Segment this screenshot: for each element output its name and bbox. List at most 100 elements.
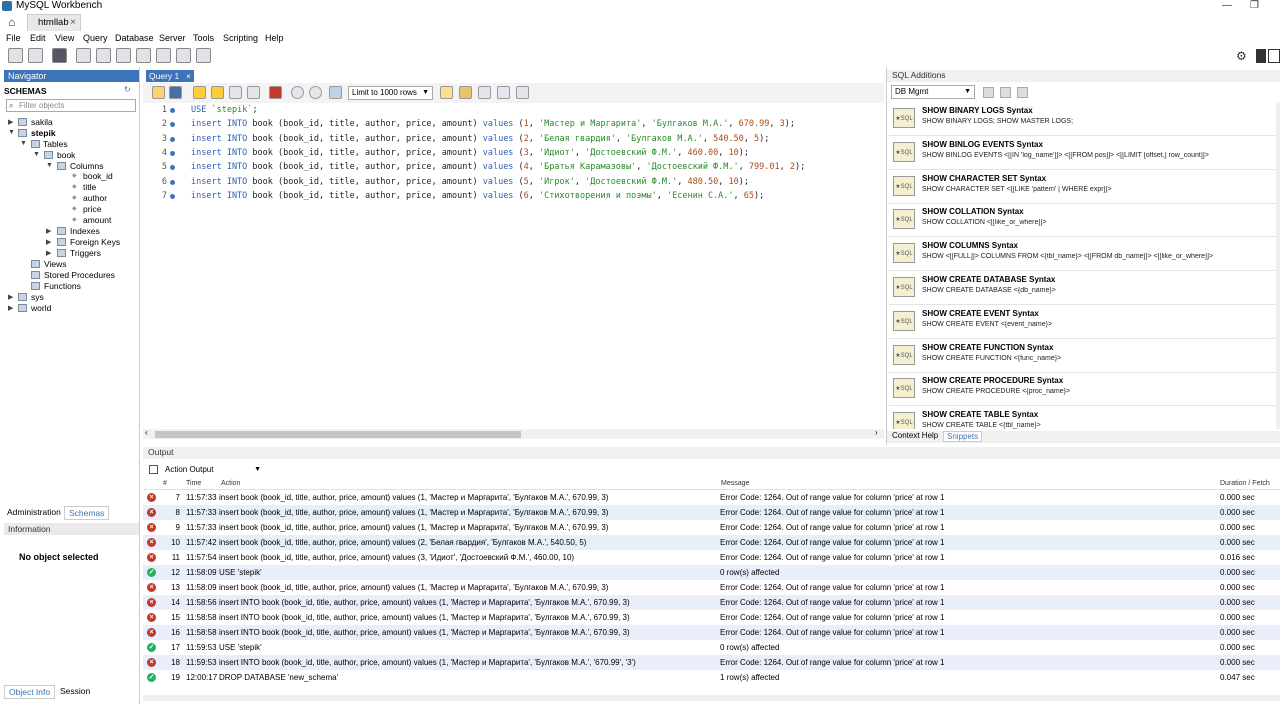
output-row[interactable]: × 7 11:57:33 insert book (book_id, title, a… (143, 490, 1280, 505)
add-snippet-icon[interactable] (440, 86, 453, 99)
execute-icon[interactable] (193, 86, 206, 99)
output-row[interactable]: × 16 11:58:58 insert INTO book (book_id, ti… (143, 625, 1280, 640)
tree-column[interactable]: book_id (83, 171, 113, 181)
tab-administration[interactable]: Administration (4, 506, 64, 518)
tab-context-help[interactable]: Context Help (892, 431, 938, 440)
tree-indexes[interactable]: Indexes (70, 226, 100, 236)
schema-sakila[interactable]: sakila (31, 117, 53, 127)
menu-server[interactable]: Server (159, 32, 186, 44)
refresh-schemas-icon[interactable]: ↻ (124, 85, 131, 94)
collapse-columns-icon[interactable]: ▼ (46, 162, 53, 169)
create-schema-icon[interactable] (76, 48, 91, 63)
create-function-icon[interactable] (156, 48, 171, 63)
replace-snippet-icon[interactable] (1000, 87, 1011, 98)
explain-icon[interactable] (229, 86, 242, 99)
invisible-chars-icon[interactable] (497, 86, 510, 99)
collapse-stepik-icon[interactable]: ▼ (8, 129, 15, 136)
output-row[interactable]: ✓ 12 11:58:09 USE 'stepik' 0 row(s) affected… (143, 565, 1280, 580)
scrollbar-thumb[interactable] (155, 431, 521, 438)
settings-gear-icon[interactable]: ⚙ (1236, 49, 1247, 63)
toggle-sidebar-icon[interactable] (1256, 49, 1266, 63)
beautify-icon[interactable] (459, 86, 472, 99)
tab-schemas[interactable]: Schemas (64, 506, 110, 520)
output-row[interactable]: × 11 11:57:54 insert book (book_id, title, … (143, 550, 1280, 565)
new-sql-tab-icon[interactable] (8, 48, 23, 63)
create-procedure-icon[interactable] (136, 48, 151, 63)
snippet-item[interactable]: ★SQL SHOW CHARACTER SET Syntax SHOW CHARAC… (889, 170, 1280, 204)
restore-icon[interactable]: ❐ (1250, 0, 1259, 11)
editor-horizontal-scrollbar[interactable]: ‹ › (143, 428, 884, 439)
schema-sys[interactable]: sys (31, 292, 44, 302)
tab-session[interactable]: Session (57, 685, 93, 697)
menu-help[interactable]: Help (265, 32, 284, 44)
tree-functions[interactable]: Functions (44, 281, 81, 291)
snippet-category-select[interactable]: DB Mgmt ▼ (891, 85, 975, 99)
collapse-book-icon[interactable]: ▼ (33, 151, 40, 158)
menu-view[interactable]: View (55, 32, 74, 44)
tree-table-book[interactable]: book (57, 150, 75, 160)
output-row[interactable]: × 8 11:57:33 insert book (book_id, title, a… (143, 505, 1280, 520)
snippet-item[interactable]: ★SQL SHOW BINARY LOGS Syntax SHOW BINARY L… (889, 102, 1280, 136)
output-row[interactable]: × 13 11:58:09 insert book (book_id, title, … (143, 580, 1280, 595)
schema-world[interactable]: world (31, 303, 51, 313)
create-view-icon[interactable] (116, 48, 131, 63)
collapse-tables-icon[interactable]: ▼ (20, 140, 27, 147)
copy-output-icon[interactable] (149, 465, 158, 474)
scroll-right-icon[interactable]: › (875, 428, 878, 437)
expand-sakila-icon[interactable]: ▶ (8, 118, 13, 126)
close-tab-icon[interactable]: × (70, 17, 76, 28)
output-row[interactable]: × 14 11:58:56 insert INTO book (book_id, ti… (143, 595, 1280, 610)
tree-column[interactable]: title (83, 182, 96, 192)
menu-scripting[interactable]: Scripting (223, 32, 258, 44)
col-header-time[interactable]: Time (186, 480, 201, 487)
toggle-output-icon[interactable] (1268, 49, 1280, 63)
scroll-left-icon[interactable]: ‹ (145, 428, 148, 437)
code-line[interactable]: 2 insert INTO book (book_id, title, autho… (143, 117, 884, 131)
search-table-data-icon[interactable] (176, 48, 191, 63)
rollback-icon[interactable] (309, 86, 322, 99)
output-row[interactable]: × 9 11:57:33 insert book (book_id, title, a… (143, 520, 1280, 535)
expand-sys-icon[interactable]: ▶ (8, 293, 13, 301)
autocommit-toggle-icon[interactable] (329, 86, 342, 99)
close-query-tab-icon[interactable]: × (186, 70, 191, 82)
code-line[interactable]: 3 insert INTO book (book_id, title, autho… (143, 132, 884, 146)
snippet-scrollbar[interactable] (1276, 102, 1280, 429)
col-header-duration[interactable]: Duration / Fetch (1220, 480, 1270, 487)
menu-query[interactable]: Query (83, 32, 108, 44)
snippet-item[interactable]: ★SQL SHOW CREATE PROCEDURE Syntax SHOW CRE… (889, 372, 1280, 407)
output-row[interactable]: × 18 11:59:53 insert INTO book (book_id, ti… (143, 655, 1280, 670)
create-table-icon[interactable] (96, 48, 111, 63)
snippet-item[interactable]: ★SQL SHOW CREATE TABLE Syntax SHOW CREATE … (889, 406, 1280, 429)
open-file-icon[interactable] (152, 86, 165, 99)
code-line[interactable]: 6 insert INTO book (book_id, title, autho… (143, 175, 884, 189)
col-header-action[interactable]: Action (221, 480, 240, 487)
tab-snippets[interactable]: Snippets (943, 431, 983, 442)
execute-statement-icon[interactable] (211, 86, 224, 99)
expand-world-icon[interactable]: ▶ (8, 304, 13, 312)
schema-stepik[interactable]: stepik (31, 128, 56, 138)
tree-tables[interactable]: Tables (43, 139, 68, 149)
filter-objects-input[interactable]: ⌕ Filter objects (6, 99, 136, 112)
copy-snippet-icon[interactable] (1017, 87, 1028, 98)
stop-icon[interactable] (247, 86, 260, 99)
expand-foreign-keys-icon[interactable]: ▶ (46, 238, 51, 246)
tree-triggers[interactable]: Triggers (70, 248, 101, 258)
expand-triggers-icon[interactable]: ▶ (46, 249, 51, 257)
menu-file[interactable]: File (6, 32, 21, 44)
inspector-icon[interactable] (52, 48, 67, 63)
connection-tab[interactable]: htmllab × (27, 14, 81, 31)
minimize-icon[interactable]: — (1222, 0, 1232, 11)
snippet-item[interactable]: ★SQL SHOW COLLATION Syntax SHOW COLLATION … (889, 203, 1280, 238)
snippet-item[interactable]: ★SQL SHOW CREATE DATABASE Syntax SHOW CREA… (889, 271, 1280, 305)
code-line[interactable]: 7 insert INTO book (book_id, title, autho… (143, 189, 884, 203)
query-tab[interactable]: Query 1 × (146, 70, 194, 82)
output-horizontal-scrollbar[interactable] (143, 695, 1280, 701)
tab-object-info[interactable]: Object Info (4, 685, 56, 699)
word-wrap-icon[interactable] (516, 86, 529, 99)
col-header-num[interactable]: # (163, 480, 167, 487)
snippet-item[interactable]: ★SQL SHOW COLUMNS Syntax SHOW <[[FULL]]> C… (889, 237, 1280, 272)
menu-tools[interactable]: Tools (193, 32, 214, 44)
tree-column[interactable]: author (83, 193, 107, 203)
output-row[interactable]: ✓ 17 11:59:53 USE 'stepik' 0 row(s) affected… (143, 640, 1280, 655)
menu-database[interactable]: Database (115, 32, 154, 44)
